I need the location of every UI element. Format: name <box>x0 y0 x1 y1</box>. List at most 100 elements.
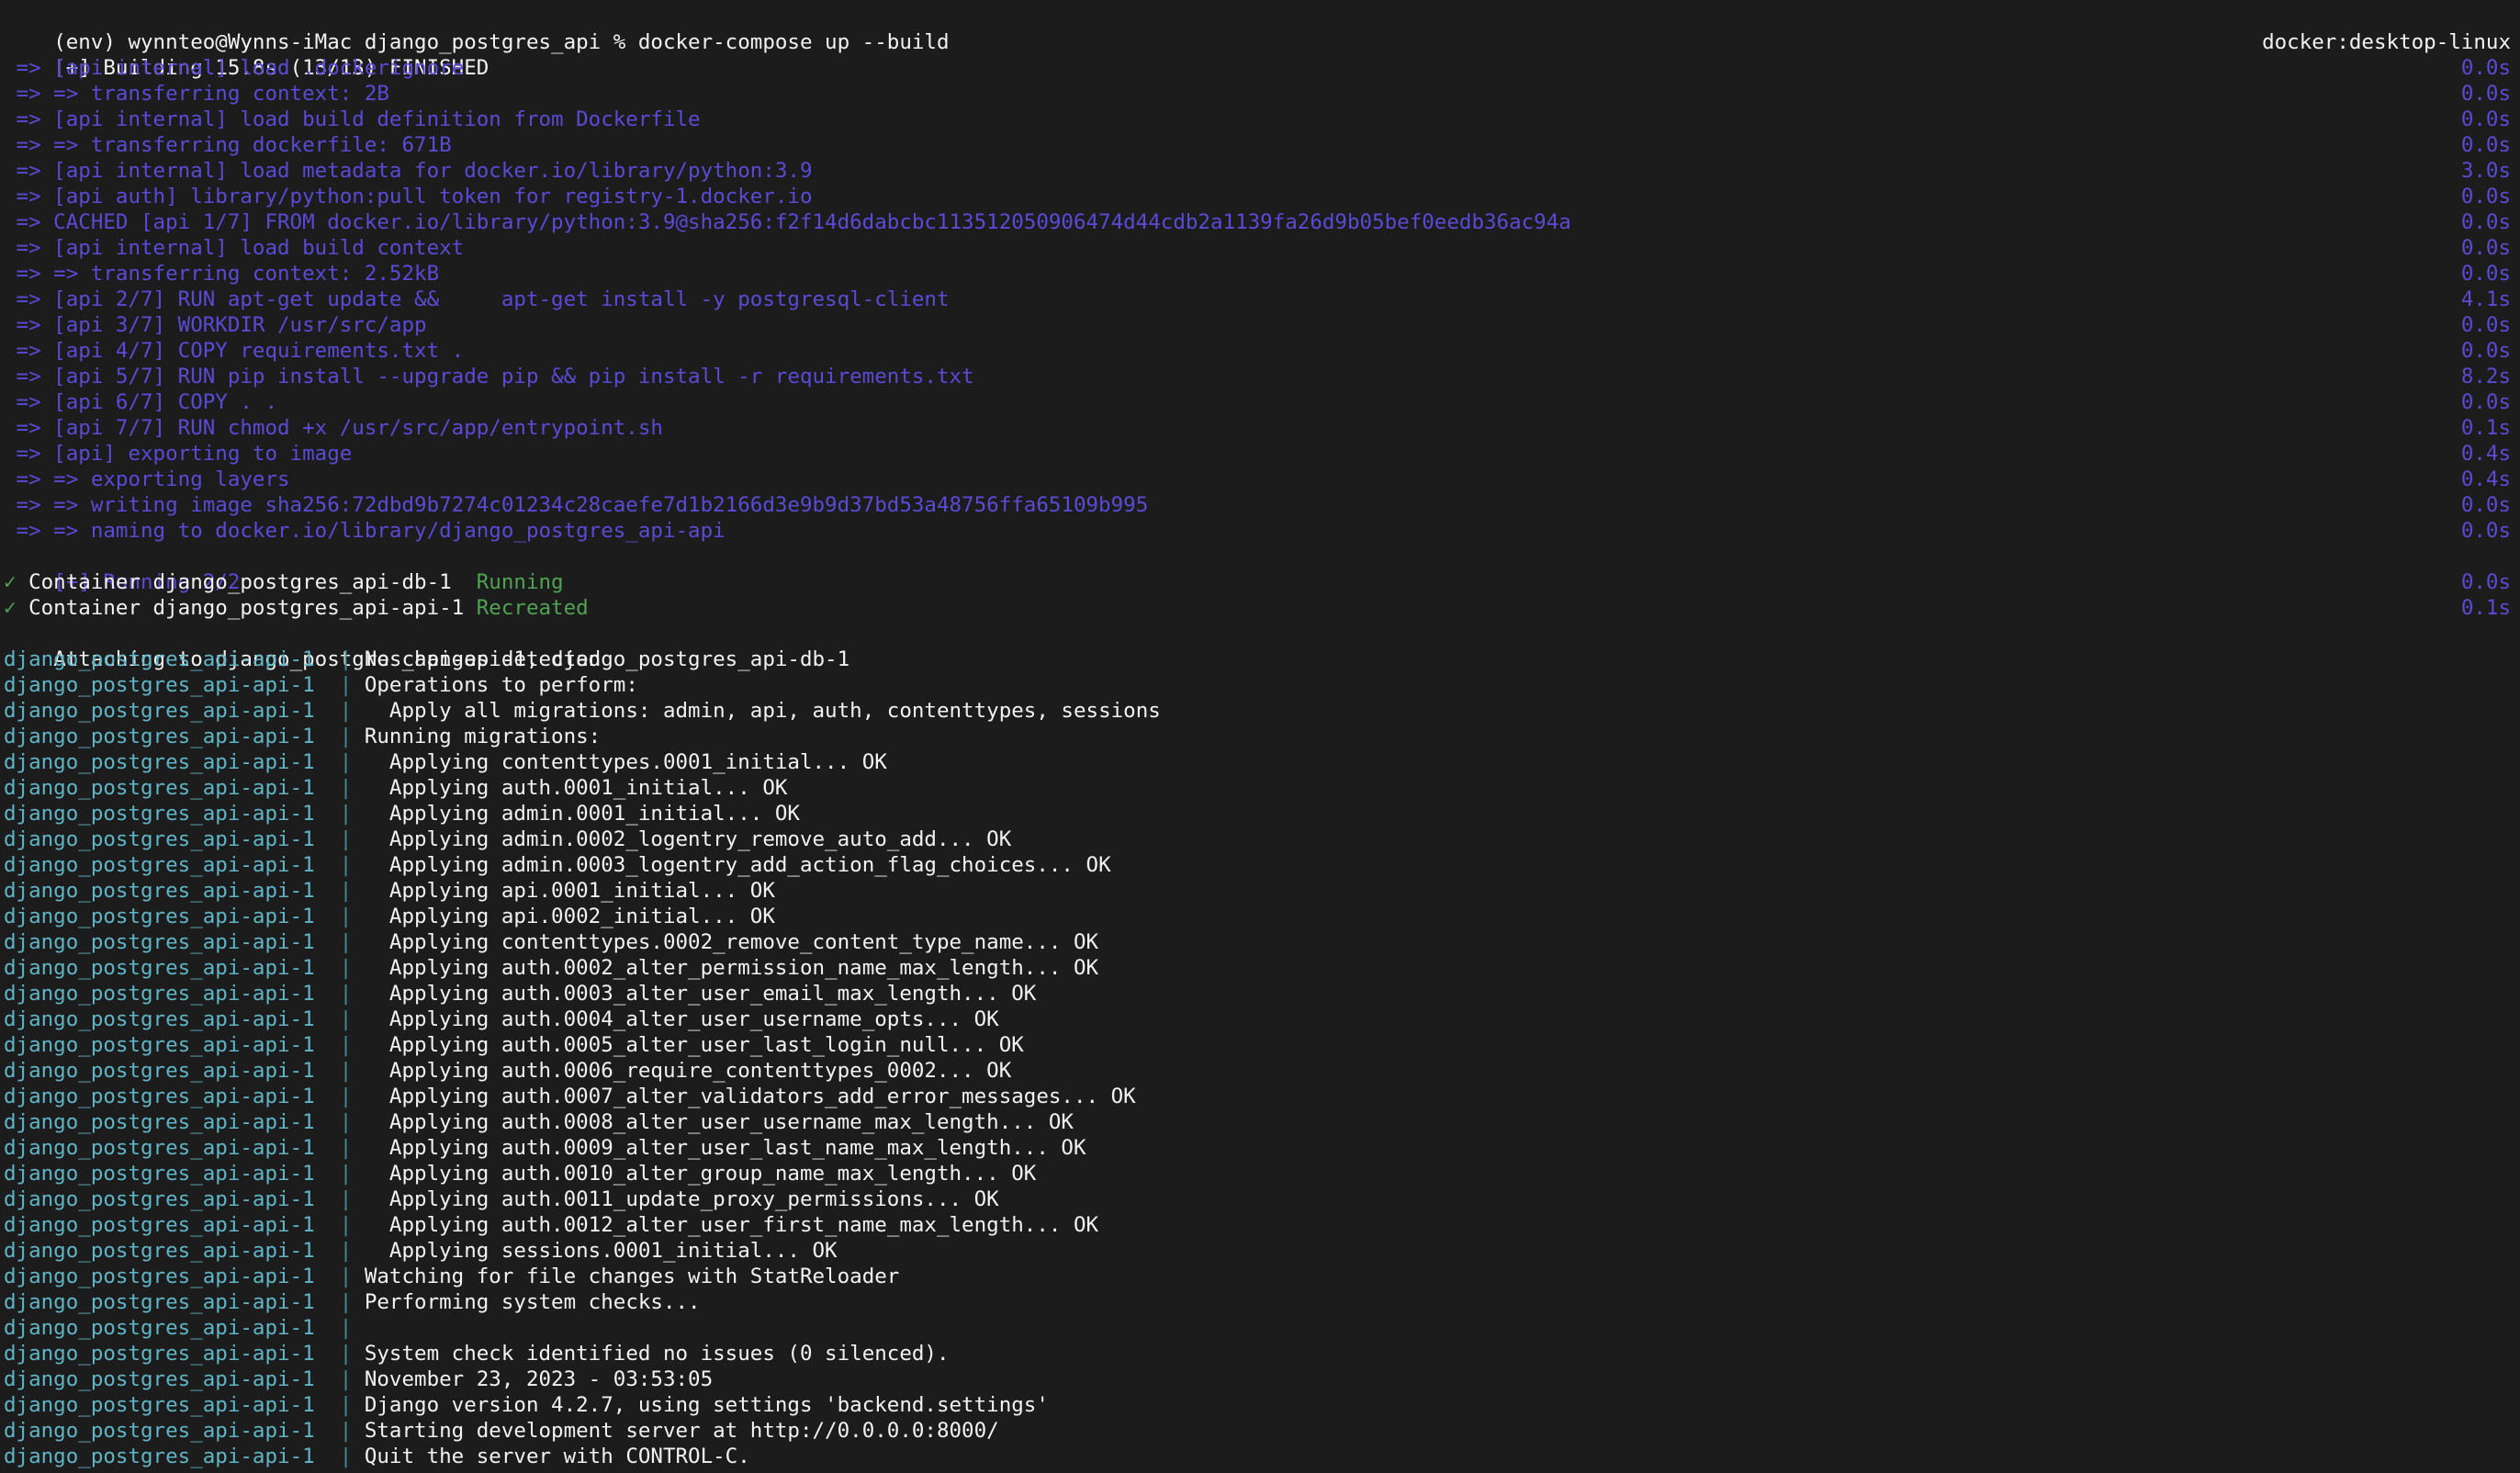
service-log-row: django_postgres_api-api-1 | <box>0 1469 2520 1473</box>
service-log-row: django_postgres_api-api-1 | No changes d… <box>0 647 2520 672</box>
terminal-window[interactable]: (env) wynnteo@Wynns-iMac django_postgres… <box>0 0 2520 1473</box>
build-step-duration: 0.0s <box>2460 519 2511 543</box>
build-step-row: => => exporting layers 0.4s <box>0 467 2520 492</box>
service-log-message: Applying contenttypes.0002_remove_conten… <box>364 930 1099 954</box>
service-log-row: django_postgres_api-api-1 | System check… <box>0 1341 2520 1366</box>
service-log-message: Applying auth.0001_initial... OK <box>364 776 788 800</box>
build-step-text: => => transferring dockerfile: 671B <box>4 133 452 157</box>
container-duration: 0.0s <box>2460 570 2511 594</box>
service-log-row: django_postgres_api-api-1 | Starting dev… <box>0 1418 2520 1444</box>
build-step-row: => [api internal] load .dockerignore 0.0s <box>0 55 2520 81</box>
service-log-message: Applying auth.0010_alter_group_name_max_… <box>364 1162 1037 1186</box>
build-step-duration: 0.0s <box>2460 339 2511 363</box>
container-status-row: ✓ Container django_postgres_api-api-1 Re… <box>0 595 2520 621</box>
service-log-message: Applying auth.0006_require_contenttypes_… <box>364 1059 1012 1083</box>
build-step-row: => [api 4/7] COPY requirements.txt . 0.0s <box>0 338 2520 364</box>
service-log-message: Applying api.0001_initial... OK <box>364 879 775 903</box>
service-log-message: Applying auth.0009_alter_user_last_name_… <box>364 1136 1086 1160</box>
build-step-text: => [api 2/7] RUN apt-get update && apt-g… <box>4 287 950 311</box>
build-step-row: => [api 7/7] RUN chmod +x /usr/src/app/e… <box>0 415 2520 441</box>
build-step-row: => => transferring context: 2B 0.0s <box>0 81 2520 107</box>
service-log-prefix: django_postgres_api-api-1 <box>4 1059 315 1083</box>
service-log-separator: | <box>314 673 365 697</box>
service-log-row: django_postgres_api-api-1 | Watching for… <box>0 1264 2520 1289</box>
build-step-duration: 0.0s <box>2460 493 2511 517</box>
service-log-row: django_postgres_api-api-1 | Applying aut… <box>0 1109 2520 1135</box>
service-log-prefix: django_postgres_api-api-1 <box>4 647 315 671</box>
build-step-row: => => transferring dockerfile: 671B 0.0s <box>0 132 2520 158</box>
service-log-row: django_postgres_api-api-1 | November 23,… <box>0 1366 2520 1392</box>
build-step-duration: 0.4s <box>2460 467 2511 491</box>
service-log-message: Running migrations: <box>364 725 602 748</box>
build-step-duration: 0.0s <box>2460 56 2511 80</box>
service-log-prefix: django_postgres_api-api-1 <box>4 1085 315 1108</box>
service-log-separator: | <box>314 982 365 1006</box>
build-step-text: => [api auth] library/python:pull token … <box>4 185 813 208</box>
build-step-text: => => writing image sha256:72dbd9b7274c0… <box>4 493 1149 517</box>
service-log-row: django_postgres_api-api-1 | Applying ses… <box>0 1238 2520 1264</box>
service-log-row: django_postgres_api-api-1 | Operations t… <box>0 672 2520 698</box>
build-step-row: => => naming to docker.io/library/django… <box>0 518 2520 544</box>
service-log-prefix: django_postgres_api-api-1 <box>4 1239 315 1263</box>
service-log-prefix: django_postgres_api-api-1 <box>4 1213 315 1237</box>
service-log-message: Applying admin.0001_initial... OK <box>364 802 800 826</box>
build-step-text: => [api] exporting to image <box>4 442 353 466</box>
service-log-message: Applying auth.0011_update_proxy_permissi… <box>364 1187 999 1211</box>
build-step-duration: 0.0s <box>2460 236 2511 260</box>
build-step-text: => [api internal] load metadata for dock… <box>4 159 813 183</box>
service-log-row: django_postgres_api-api-1 | Quit the ser… <box>0 1444 2520 1469</box>
build-step-duration: 0.0s <box>2460 107 2511 131</box>
build-step-duration: 4.1s <box>2460 287 2511 311</box>
build-step-row: => [api 3/7] WORKDIR /usr/src/app 0.0s <box>0 312 2520 338</box>
service-log-message: Applying api.0002_initial... OK <box>364 905 775 928</box>
service-log-message: Applying admin.0002_logentry_remove_auto… <box>364 827 1012 851</box>
service-log-row: django_postgres_api-api-1 | Running migr… <box>0 724 2520 749</box>
service-log-row: django_postgres_api-api-1 | Performing s… <box>0 1289 2520 1315</box>
service-log-message: Applying admin.0003_logentry_add_action_… <box>364 853 1111 877</box>
build-step-text: => [api internal] load build context <box>4 236 465 260</box>
service-log-row: django_postgres_api-api-1 | Apply all mi… <box>0 698 2520 724</box>
container-name: Container django_postgres_api-api-1 <box>16 596 477 620</box>
service-log-prefix: django_postgres_api-api-1 <box>4 750 315 774</box>
build-step-duration: 0.0s <box>2460 390 2511 414</box>
service-log-separator: | <box>314 1265 365 1288</box>
service-log-prefix: django_postgres_api-api-1 <box>4 1265 315 1288</box>
service-log-prefix: django_postgres_api-api-1 <box>4 699 315 723</box>
service-log-message: Operations to perform: <box>364 673 638 697</box>
service-log-message: Apply all migrations: admin, api, auth, … <box>364 699 1161 723</box>
service-log-row: django_postgres_api-api-1 | Applying aut… <box>0 1032 2520 1058</box>
build-step-text: => => transferring context: 2B <box>4 82 389 106</box>
build-step-text: => [api 6/7] COPY . . <box>4 390 278 414</box>
build-step-text: => => exporting layers <box>4 467 290 491</box>
service-log-message: Applying auth.0007_alter_validators_add_… <box>364 1085 1136 1108</box>
service-log-prefix: django_postgres_api-api-1 <box>4 1007 315 1031</box>
service-log-separator: | <box>314 1419 365 1443</box>
service-log-prefix: django_postgres_api-api-1 <box>4 982 315 1006</box>
service-log-message: Quit the server with CONTROL-C. <box>364 1445 750 1468</box>
service-log-separator: | <box>314 1162 365 1186</box>
build-step-row: => [api auth] library/python:pull token … <box>0 184 2520 209</box>
service-log-separator: | <box>314 853 365 877</box>
service-log-message: System check identified no issues (0 sil… <box>364 1342 950 1366</box>
service-log-row: django_postgres_api-api-1 | Applying aut… <box>0 1135 2520 1161</box>
service-log-row: django_postgres_api-api-1 | Applying aut… <box>0 981 2520 1006</box>
running-header-line: [+] Running 2/2 <box>0 544 2520 594</box>
service-log-row: django_postgres_api-api-1 | Applying api… <box>0 904 2520 929</box>
build-step-row: => [api] exporting to image 0.4s <box>0 441 2520 467</box>
service-log-row: django_postgres_api-api-1 | Applying aut… <box>0 1212 2520 1238</box>
service-log-prefix: django_postgres_api-api-1 <box>4 776 315 800</box>
service-log-row: django_postgres_api-api-1 | Django versi… <box>0 1392 2520 1418</box>
service-log-separator: | <box>314 1085 365 1108</box>
service-log-prefix: django_postgres_api-api-1 <box>4 1445 315 1468</box>
build-step-text: => [api 3/7] WORKDIR /usr/src/app <box>4 313 427 337</box>
service-log-message: Applying auth.0005_alter_user_last_login… <box>364 1033 1024 1057</box>
service-log-separator: | <box>314 1239 365 1263</box>
build-step-duration: 0.0s <box>2460 185 2511 208</box>
service-log-separator: | <box>314 1445 365 1468</box>
service-log-prefix: django_postgres_api-api-1 <box>4 853 315 877</box>
service-log-separator: | <box>314 750 365 774</box>
build-step-row: => => writing image sha256:72dbd9b7274c0… <box>0 492 2520 518</box>
build-step-duration: 0.1s <box>2460 416 2511 440</box>
build-step-text: => CACHED [api 1/7] FROM docker.io/libra… <box>4 210 1571 234</box>
build-step-duration: 3.0s <box>2460 159 2511 183</box>
